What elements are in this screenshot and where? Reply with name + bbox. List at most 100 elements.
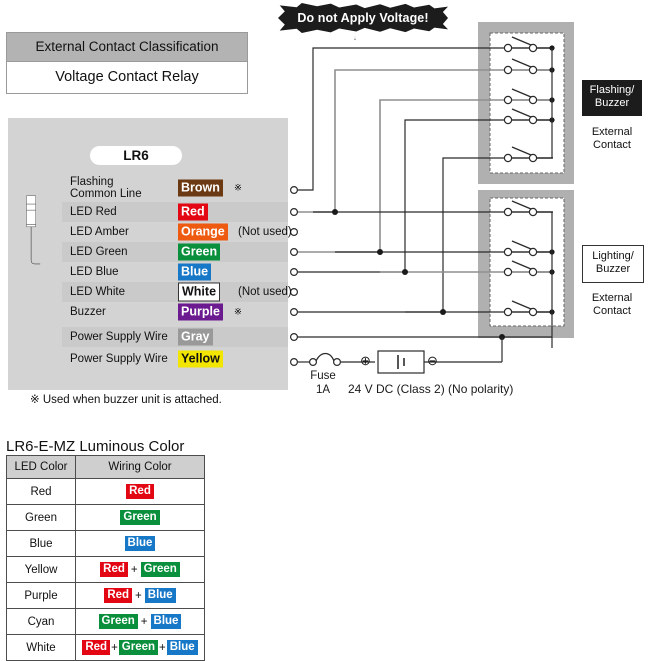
led-color-cell: Green [6,504,76,531]
table-row: Green Green [6,504,205,531]
classification-header: External Contact Classification [7,33,247,62]
table-row: Blue Blue [6,530,205,557]
wiring-color-chip: Green [140,562,180,577]
wire-color-chip: Green [178,243,221,261]
wiring-color-cell: Red + Green [75,556,205,583]
lighting-external-contact-label: External Contact [591,292,633,318]
wire-name: Buzzer [70,305,106,318]
plus-separator: + [140,615,148,628]
wire-row: Power Supply Wire Yellow [62,349,288,369]
led-color-cell: Purple [6,582,76,609]
wiring-color-chip: Red [100,562,128,577]
relay-switches-upper [503,36,555,163]
fuse-label: Fuse 1A [310,370,336,396]
classification-value: Voltage Contact Relay [7,62,247,93]
wiring-color-chip: Green [120,510,160,525]
warning-text: Do not Apply Voltage! [297,11,429,25]
luminous-table-title: LR6-E-MZ Luminous Color [6,438,185,455]
plus-separator: + [135,589,142,602]
table-row: Red Red [6,478,205,505]
wire-color-chip: White [178,282,221,302]
wire-row: Flashing Common Line Brown ※ [62,175,288,200]
relay-switches-lower [503,200,555,348]
wire-row: LED Amber Orange (Not used) [62,222,292,242]
signal-tower-icon [26,195,41,265]
table-row: Purple Red + Blue [6,582,205,609]
power-rail-lower [297,337,503,374]
flashing-external-contact-label: External Contact [591,126,633,152]
wire-name: Power Supply Wire [70,352,168,365]
wire-name: LED Blue [70,265,119,278]
table-row: Yellow Red + Green [6,556,205,583]
flashing-buzzer-badge: Flashing/Buzzer [582,80,642,116]
led-color-cell: Blue [6,530,76,557]
wire-note: (Not used) [238,226,292,238]
relay-block-lower-body [478,190,574,338]
warning-arrow-icon [354,36,356,41]
column-header-led-color: LED Color [6,455,76,479]
wiring-color-cell: Red + Blue [75,582,205,609]
lighting-buzzer-badge: Lighting/Buzzer [582,245,644,283]
polarity-minus-icon: ⊖ [427,353,438,368]
wire-row: Power Supply Wire Gray [62,327,288,347]
wiring-color-chip: Red [126,484,154,499]
wiring-color-cell: Red + Green + Blue [75,634,205,661]
classification-box: External Contact Classification Voltage … [6,32,248,94]
wiring-color-chip: Blue [144,588,176,603]
plus-separator: + [111,641,118,654]
table-row: Cyan Green + Blue [6,608,205,635]
wiring-color-cell: Red [75,478,205,505]
wire-name: Power Supply Wire [70,330,168,343]
plus-separator: + [130,563,138,576]
relay-block-lower-dashed [489,197,565,327]
luminous-color-table: LED Color Wiring Color Red Red Green Green B… [6,455,205,661]
relay-block-upper-dashed [489,32,565,174]
polarity-plus-icon: ⊕ [360,353,371,368]
wire-row: LED Red Red [62,202,288,222]
buzzer-footnote-mark: ※ [234,182,242,194]
wiring-color-chip: Green [118,640,159,655]
wire-color-chip: Orange [178,223,228,241]
wiring-color-chip: Red [82,640,111,655]
wire-color-chip: Red [178,203,208,221]
wire-color-chip: Gray [178,328,213,346]
footnote: ※ Used when buzzer unit is attached. [30,394,222,406]
led-color-cell: Cyan [6,608,76,635]
wiring-color-chip: Green [98,614,138,629]
wire-name: Flashing Common Line [70,175,142,200]
led-color-cell: Yellow [6,556,76,583]
wire-color-chip: Purple [178,303,223,321]
wiring-color-chip: Blue [166,640,198,655]
buzzer-footnote-mark: ※ [234,306,242,318]
wire-color-chip: Brown [178,179,223,197]
wire-name: LED White [70,285,125,298]
power-rail-upper [297,334,552,340]
wiring-color-cell: Green [75,504,205,531]
wire-note: (Not used) [238,286,292,298]
wiring-color-cell: Blue [75,530,205,557]
wiring-color-chip: Red [104,588,133,603]
terminal-circles-left [290,186,299,367]
supply-label: 24 V DC (Class 2) (No polarity) [348,382,514,396]
table-row: White Red + Green + Blue [6,634,205,661]
wire-color-chip: Yellow [178,350,223,368]
wire-row: LED Blue Blue [62,262,288,282]
relay-block-upper-body [478,22,574,184]
wiring-color-chip: Blue [150,614,182,629]
column-header-wiring-color: Wiring Color [75,455,205,479]
wiring-color-chip: Blue [124,536,156,551]
model-badge: LR6 [90,146,182,165]
wire-row: LED White White (Not used) [62,282,292,302]
wire-name: LED Amber [70,225,129,238]
wire-row: Buzzer Purple ※ [62,302,288,322]
led-color-cell: Red [6,478,76,505]
wire-name: LED Green [70,245,128,258]
wire-name: LED Red [70,205,117,218]
wiring-color-cell: Green + Blue [75,608,205,635]
warning-badge: Do not Apply Voltage! [278,3,448,33]
wire-junction-dots [332,209,446,315]
led-color-cell: White [6,634,76,661]
wire-color-chip: Blue [178,263,212,281]
table-header-row: LED Color Wiring Color [6,455,205,479]
plus-separator: + [159,641,166,654]
